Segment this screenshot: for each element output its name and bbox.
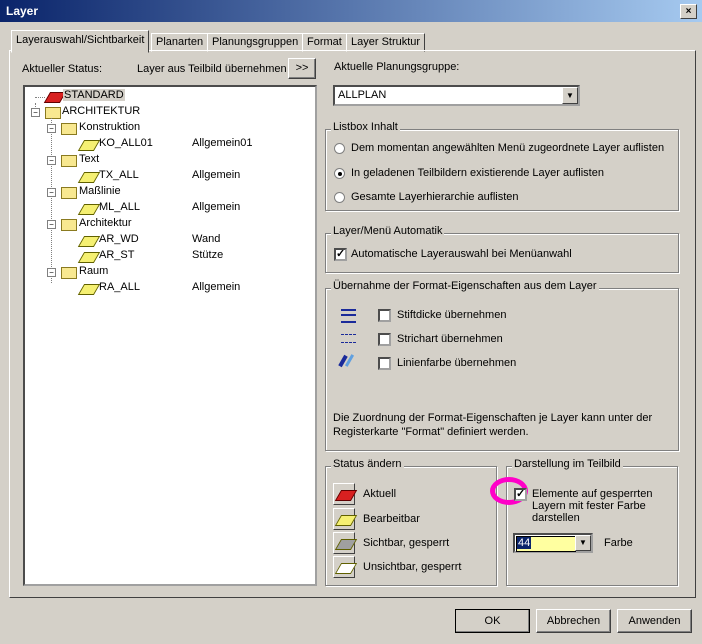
layer-icon	[77, 236, 101, 247]
pen-thickness-icon	[341, 309, 356, 323]
color-label: Farbe	[604, 537, 633, 549]
planning-group-label: Aktuelle Planungsgruppe:	[334, 61, 460, 73]
layer-red-icon	[334, 490, 358, 501]
tree-group[interactable]: Raum	[79, 265, 108, 277]
radio-label: In geladenen Teilbildern existierende La…	[351, 167, 604, 179]
radio-label: Dem momentan angewählten Menü zugeordnet…	[351, 142, 665, 154]
collapse-icon[interactable]: −	[31, 108, 40, 117]
line-type-checkbox[interactable]	[378, 333, 391, 346]
tree-layer[interactable]: AR_WD	[99, 233, 139, 245]
tree-layer[interactable]: KO_ALL01	[99, 137, 153, 149]
tree-layer[interactable]: RA_ALL	[99, 281, 140, 293]
line-color-label: Linienfarbe übernehmen	[397, 357, 517, 369]
collapse-icon[interactable]: −	[47, 188, 56, 197]
layer-icon	[77, 284, 101, 295]
tree-item-standard[interactable]: STANDARD	[63, 89, 125, 101]
tree-layer[interactable]: ML_ALL	[99, 201, 140, 213]
layer-icon	[77, 252, 101, 263]
status-current-label: Aktuell	[363, 488, 397, 500]
tree-layer-format: Allgemein	[192, 169, 241, 181]
automatik-title: Layer/Menü Automatik	[331, 225, 445, 237]
line-color-checkbox[interactable]	[378, 357, 391, 370]
tree-group[interactable]: Konstruktion	[79, 121, 140, 133]
folder-icon	[45, 107, 61, 119]
auto-layer-label: Automatische Layerauswahl bei Menüanwahl	[351, 248, 572, 260]
layer-icon	[77, 140, 101, 151]
folder-icon	[61, 155, 77, 167]
take-from-drawing-button[interactable]: >>	[288, 58, 316, 79]
line-type-icon	[341, 334, 356, 343]
collapse-icon[interactable]: −	[47, 220, 56, 229]
collapse-icon[interactable]: −	[47, 156, 56, 165]
tree-layer-format: Allgemein	[192, 201, 241, 213]
tree-group[interactable]: Maßlinie	[79, 185, 121, 197]
title-bar	[0, 0, 702, 22]
folder-icon	[61, 123, 77, 135]
status-change-title: Status ändern	[331, 458, 404, 470]
layer-gray-icon	[334, 539, 358, 550]
color-select[interactable]: 44 ▼	[513, 533, 593, 553]
take-label: Layer aus Teilbild übernehmen	[137, 63, 287, 75]
close-button[interactable]: ×	[680, 4, 697, 19]
tree-layer[interactable]: AR_ST	[99, 249, 134, 261]
apply-button[interactable]: Anwenden	[617, 609, 692, 633]
display-group	[506, 466, 678, 586]
planning-group-value: ALLPLAN	[338, 89, 387, 101]
auto-layer-checkbox[interactable]: ✓	[334, 248, 347, 261]
radio-menu-layers[interactable]	[334, 143, 345, 154]
line-type-label: Strichart übernehmen	[397, 333, 503, 345]
status-editable-label: Bearbeitbar	[363, 513, 420, 525]
planning-group-select[interactable]: ALLPLAN ▼	[333, 85, 580, 106]
tab-layerauswahl[interactable]: Layerauswahl/Sichtbarkeit	[11, 30, 150, 53]
tree-layer-format: Allgemein01	[192, 137, 253, 149]
radio-all-layers[interactable]	[334, 192, 345, 203]
chevron-down-icon[interactable]: ▼	[562, 87, 578, 104]
folder-icon	[61, 267, 77, 279]
collapse-icon[interactable]: −	[47, 268, 56, 277]
status-invisible-locked-label: Unsichtbar, gesperrt	[363, 561, 462, 573]
status-editable-button[interactable]	[333, 508, 358, 530]
tree-layer[interactable]: TX_ALL	[99, 169, 139, 181]
tree-layer-format: Allgemein	[192, 281, 241, 293]
folder-icon	[61, 219, 77, 231]
tree-layer-format: Wand	[192, 233, 221, 245]
radio-label: Gesamte Layerhierarchie auflisten	[351, 191, 519, 203]
tree-group[interactable]: Architektur	[79, 217, 132, 229]
window-title: Layer	[6, 4, 39, 18]
color-value: 44	[517, 537, 532, 549]
pen-thickness-checkbox[interactable]	[378, 309, 391, 322]
layer-icon	[77, 172, 101, 183]
tree-group[interactable]: Text	[79, 153, 99, 165]
fixed-color-label: Elemente auf gesperrten Layern mit feste…	[532, 488, 653, 524]
tree-item-architektur[interactable]: ARCHITEKTUR	[62, 105, 140, 117]
ok-button[interactable]: OK	[455, 609, 530, 633]
pen-thickness-label: Stiftdicke übernehmen	[397, 309, 507, 321]
status-invisible-locked-button[interactable]	[333, 556, 358, 578]
fixed-color-checkbox[interactable]: ✓	[514, 488, 527, 501]
chevron-down-icon[interactable]: ▼	[575, 535, 591, 551]
layer-tree[interactable]: STANDARD − ARCHITEKTUR − Konstruktion KO…	[23, 85, 317, 586]
status-label: Aktueller Status:	[22, 63, 103, 75]
radio-loaded-layers[interactable]	[334, 168, 345, 179]
format-note: Die Zuordnung der Format-Eigenschaften j…	[333, 412, 653, 438]
layer-outline-icon	[334, 563, 358, 574]
status-current-button[interactable]	[333, 483, 358, 505]
folder-icon	[61, 187, 77, 199]
status-visible-locked-label: Sichtbar, gesperrt	[363, 537, 450, 549]
status-visible-locked-button[interactable]	[333, 532, 358, 554]
tree-layer-format: Stütze	[192, 249, 224, 261]
cancel-button[interactable]: Abbrechen	[536, 609, 611, 633]
layer-icon	[77, 204, 101, 215]
layer-yellow-icon	[334, 515, 358, 526]
display-title: Darstellung im Teilbild	[512, 458, 623, 470]
listbox-title: Listbox Inhalt	[331, 121, 400, 133]
format-props-title: Übernahme der Format-Eigenschaften aus d…	[331, 280, 599, 292]
collapse-icon[interactable]: −	[47, 124, 56, 133]
